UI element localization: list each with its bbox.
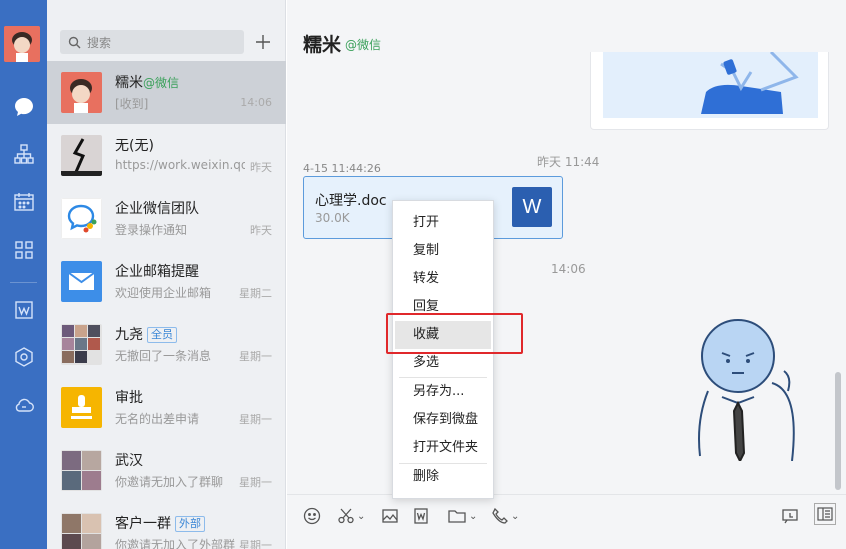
conversation-time: 星期一 (239, 476, 272, 489)
conversation-time: 昨天 (250, 224, 272, 237)
conversation-item[interactable]: 企业微信团队 登录操作通知 昨天 (47, 187, 286, 250)
screenshot-icon[interactable]: ⌄ (337, 505, 365, 527)
conversation-item[interactable]: 无(无) https://work.weixin.qq.com 昨天 (47, 124, 286, 187)
file-name: 心理学.doc (315, 193, 387, 209)
conversation-item[interactable]: 企业邮箱提醒 欢迎使用企业邮箱 星期二 (47, 250, 286, 313)
conversation-item[interactable]: 武汉 你邀请无加入了群聊 星期一 (47, 439, 286, 502)
file-date: 4-15 11:44:26 (303, 162, 381, 175)
conversation-item[interactable]: 审批 无名的出差申请 星期一 (47, 376, 286, 439)
conversation-time: 昨天 (250, 161, 272, 174)
all-staff-badge: 全员 (147, 327, 177, 343)
conversation-item[interactable]: 糯米@微信 [收到] 14:06 (47, 61, 286, 124)
add-icon[interactable] (252, 30, 274, 54)
menu-item-copy[interactable]: 复制 (393, 237, 493, 265)
external-badge: 外部 (175, 516, 205, 532)
calendar-nav-icon[interactable] (0, 182, 47, 222)
image-message[interactable] (590, 52, 829, 130)
conversation-time: 星期一 (239, 539, 272, 549)
menu-item-open[interactable]: 打开 (393, 209, 493, 237)
scrollbar[interactable] (835, 372, 841, 490)
word-file-icon: W (512, 187, 552, 227)
conversation-name: 客户一群 (115, 516, 171, 532)
group-avatar (61, 513, 102, 549)
conversation-preview: 无名的出差申请 (115, 412, 200, 426)
highlight-annotation-box (386, 313, 523, 354)
menu-item-open-folder[interactable]: 打开文件夹 (393, 434, 493, 462)
conversation-time: 星期二 (239, 287, 272, 300)
phone-icon[interactable]: ⌄ (491, 505, 519, 527)
conversation-preview: https://work.weixin.qq.com (115, 158, 245, 172)
wechat-tag: @微信 (143, 76, 180, 90)
conversation-time: 星期一 (239, 350, 272, 363)
avatar (61, 135, 102, 176)
conversation-preview: 无撤回了一条消息 (115, 349, 212, 363)
conversation-name: 九尧 (115, 327, 143, 343)
conversation-preview: 你邀请无加入了群聊 (115, 475, 224, 489)
document-nav-icon[interactable] (0, 290, 47, 330)
image-icon[interactable] (381, 505, 399, 527)
contacts-nav-icon[interactable] (0, 134, 47, 174)
avatar (61, 261, 102, 302)
chat-panel: 糯米 @微信 昨天 11:44 4-15 11:44:26 心理学.doc 30… (287, 0, 846, 549)
menu-item-save-to-drive[interactable]: 保存到微盘 (393, 406, 493, 434)
chat-title: 糯米 (303, 34, 342, 56)
conversation-name: 无(无) (115, 138, 154, 154)
search-box[interactable]: 搜索 (60, 30, 244, 54)
search-placeholder[interactable]: 搜索 (87, 34, 111, 51)
avatar (61, 72, 102, 113)
group-avatar (61, 450, 102, 491)
conversation-list: 搜索 糯米@微信 [收到] 14:06 无(无) https://work.we… (47, 0, 286, 549)
input-toolbar: ⌄ ⌄ ⌄ (287, 494, 846, 549)
rail-divider (10, 282, 37, 283)
conversation-preview: 你邀请无加入了外部群 (115, 538, 236, 549)
emoji-icon[interactable] (303, 505, 321, 527)
conversation-name: 武汉 (115, 453, 143, 469)
apps-nav-icon[interactable] (0, 230, 47, 270)
conversation-item[interactable]: 九尧 全员 无撤回了一条消息 星期一 (47, 313, 286, 376)
chat-nav-icon[interactable] (0, 87, 47, 127)
group-avatar (61, 324, 102, 365)
chat-history-icon[interactable] (781, 505, 799, 527)
conversation-preview: [收到] (115, 97, 149, 111)
timestamp: 14:06 (551, 262, 586, 276)
sticker-message[interactable] (692, 311, 812, 464)
conversation-item[interactable]: 客户一群 外部 你邀请无加入了外部群 星期一 (47, 502, 286, 549)
conversation-name: 审批 (115, 390, 143, 406)
conversation-preview: 欢迎使用企业邮箱 (115, 286, 212, 300)
conversation-name: 企业邮箱提醒 (115, 264, 199, 280)
sidebar-toggle-icon[interactable] (814, 503, 836, 525)
menu-item-forward[interactable]: 转发 (393, 265, 493, 293)
conversation-preview: 登录操作通知 (115, 223, 188, 237)
folder-icon[interactable]: ⌄ (447, 505, 477, 527)
conversation-name: 糯米 (115, 75, 143, 91)
menu-item-delete[interactable]: 删除 (393, 463, 493, 491)
document-icon[interactable] (412, 505, 430, 527)
user-avatar[interactable] (4, 26, 40, 62)
left-rail (0, 0, 47, 549)
chat-subtitle: @微信 (345, 38, 382, 52)
conversation-time: 星期一 (239, 413, 272, 426)
conversation-time: 14:06 (240, 96, 272, 109)
avatar (61, 387, 102, 428)
search-icon (68, 36, 81, 48)
timestamp: 昨天 11:44 (537, 155, 600, 169)
avatar (61, 198, 102, 239)
workbench-nav-icon[interactable] (0, 337, 47, 377)
file-size: 30.0K (315, 211, 350, 225)
drive-nav-icon[interactable] (0, 385, 47, 425)
menu-item-save-as[interactable]: 另存为... (393, 378, 493, 406)
conversation-name: 企业微信团队 (115, 201, 199, 217)
